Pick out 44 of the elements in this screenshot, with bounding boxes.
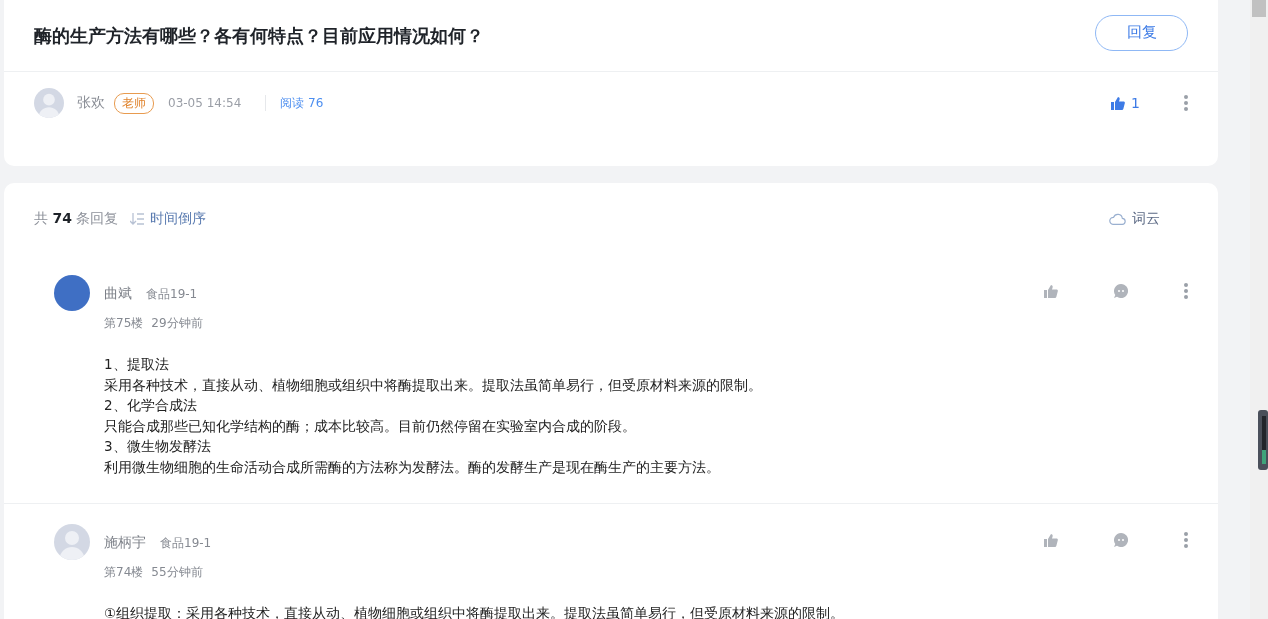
reply-text: 采用各种技术，直接从动、植物细胞或组织中将酶提取出来。提取法虽简单易行，但受原材料来源的限制。 <box>104 375 763 395</box>
cloud-icon <box>1109 213 1126 225</box>
reply-text: 3、微生物发酵法 <box>104 437 212 456</box>
reply-text: 2、化学合成法 <box>104 396 198 415</box>
meter-widget-icon <box>1258 410 1268 470</box>
scrollbar[interactable] <box>1250 0 1268 619</box>
reply-author: 曲斌 <box>104 285 132 303</box>
avatar <box>34 88 64 118</box>
reply-text: 1、提取法 <box>104 355 170 374</box>
like-button[interactable]: 1 <box>1111 95 1140 111</box>
reply-text: 只能合成那些已知化学结构的酶；成本比较高。目前仍然停留在实验室内合成的阶段。 <box>104 416 637 436</box>
reply-author: 施柄宇 <box>104 534 146 552</box>
sort-icon <box>130 213 145 225</box>
comment-icon <box>1114 533 1128 547</box>
word-cloud-button[interactable]: 词云 <box>1109 210 1160 228</box>
comment-icon <box>1114 284 1128 298</box>
reply-button[interactable]: 回复 <box>1095 14 1188 51</box>
thumbs-up-icon <box>1044 284 1058 298</box>
role-badge: 老师 <box>114 92 154 114</box>
avatar <box>54 524 90 560</box>
thumbs-up-icon <box>1111 96 1126 110</box>
scrollbar-thumb[interactable] <box>1252 0 1266 17</box>
post-time: 03-05 14:54 <box>168 96 242 110</box>
more-icon[interactable] <box>1184 283 1188 299</box>
avatar-photo-placeholder <box>54 275 90 311</box>
floor-number: 第74楼 <box>104 564 144 581</box>
comment-button[interactable] <box>1114 533 1128 547</box>
sort-button[interactable]: 时间倒序 <box>130 210 207 228</box>
comment-button[interactable] <box>1114 284 1128 298</box>
reply-count: 共 74 条回复 <box>34 210 119 228</box>
like-button[interactable] <box>1044 533 1058 547</box>
floor-number: 第75楼 <box>104 315 144 332</box>
post-title: 酶的生产方法有哪些？各有何特点？目前应用情况如何？ <box>34 23 484 48</box>
class-name: 食品19-1 <box>146 285 198 303</box>
author-name: 张欢 <box>77 94 105 112</box>
class-name: 食品19-1 <box>160 534 212 552</box>
like-button[interactable] <box>1044 284 1058 298</box>
more-icon[interactable] <box>1184 95 1188 111</box>
more-icon[interactable] <box>1184 532 1188 548</box>
reply-text: 利用微生物细胞的生命活动合成所需酶的方法称为发酵法。酶的发酵生产是现在酶生产的主要方法。 <box>104 457 721 477</box>
read-count: 阅读 76 <box>280 94 324 112</box>
thumbs-up-icon <box>1044 533 1058 547</box>
reply-time: 29分钟前 <box>151 315 203 332</box>
reply-time: 55分钟前 <box>151 564 203 581</box>
